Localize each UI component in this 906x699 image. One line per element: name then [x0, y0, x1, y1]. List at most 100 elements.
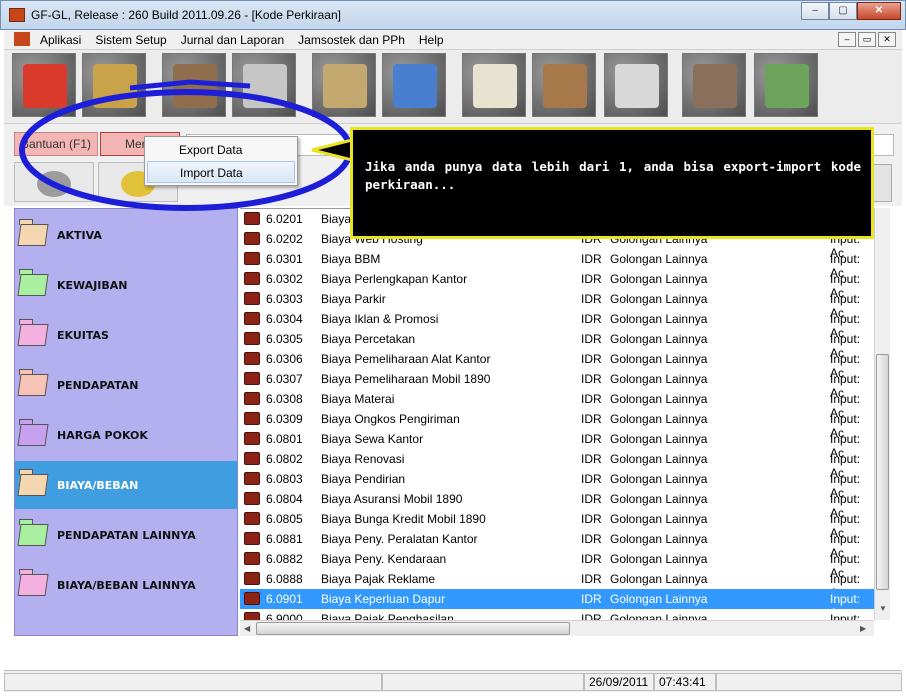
abacus-button[interactable]: [312, 53, 376, 117]
account-code: 6.0801: [266, 432, 303, 446]
table-row[interactable]: 6.0805 Biaya Bunga Kredit Mobil 1890 IDR Go…: [240, 509, 874, 540]
account-group: Golongan Lainnya: [610, 332, 708, 346]
table-row[interactable]: 6.0306 Biaya Pemeliharaan Alat Kantor IDR G…: [240, 349, 874, 380]
table-row[interactable]: 6.0309 Biaya Ongkos Pengiriman IDR Golongan…: [240, 409, 874, 440]
horizontal-scroll-thumb[interactable]: [256, 622, 570, 635]
category-label: AKTIVA: [57, 229, 102, 242]
mdi-restore-button[interactable]: ▭: [858, 32, 876, 47]
category-item[interactable]: HARGA POKOK: [15, 411, 237, 459]
import-data-item[interactable]: Import Data: [147, 161, 295, 183]
users-button[interactable]: [682, 53, 746, 117]
currency: IDR: [581, 272, 602, 286]
users-icon: [693, 64, 737, 108]
toolbar: [4, 50, 902, 124]
car-button[interactable]: [232, 53, 296, 117]
currency: IDR: [581, 432, 602, 446]
table-row[interactable]: 6.0308 Biaya Materai IDR Golongan Lainnya In…: [240, 389, 874, 420]
zip-box-button[interactable]: [82, 53, 146, 117]
table-row[interactable]: 6.0804 Biaya Asuransi Mobil 1890 IDR Golong…: [240, 489, 874, 520]
minimize-button[interactable]: –: [801, 2, 829, 20]
table-row[interactable]: 6.0881 Biaya Peny. Peralatan Kantor IDR Gol…: [240, 529, 874, 560]
table-row[interactable]: 6.0305 Biaya Percetakan IDR Golongan Lainny…: [240, 329, 874, 360]
table-row[interactable]: 6.0802 Biaya Renovasi IDR Golongan Lainnya I…: [240, 449, 874, 480]
table-window-button[interactable]: [382, 53, 446, 117]
account-group: Golongan Lainnya: [610, 552, 708, 566]
account-name: Biaya Perlengkapan Kantor: [321, 272, 468, 286]
mdi-close-button[interactable]: ✕: [878, 32, 896, 47]
account-group: Golongan Lainnya: [610, 392, 708, 406]
table-row[interactable]: 6.0901 Biaya Keperluan Dapur IDR Golongan L…: [240, 589, 874, 620]
menu-jamsostek-dan-pph[interactable]: Jamsostek dan PPh: [298, 33, 405, 47]
account-group: Golongan Lainnya: [610, 492, 708, 506]
menu-help[interactable]: Help: [419, 33, 444, 47]
book-icon: [244, 212, 260, 225]
scroll-left-icon[interactable]: ◀: [244, 624, 250, 633]
money-button[interactable]: [754, 53, 818, 117]
table-row[interactable]: 6.0304 Biaya Iklan & Promosi IDR Golongan L…: [240, 309, 874, 340]
category-item[interactable]: BIAYA/BEBAN LAINNYA: [15, 561, 237, 609]
account-name: Biaya Iklan & Promosi: [321, 312, 439, 326]
documents-stamp-button[interactable]: [462, 53, 526, 117]
scanner-button[interactable]: [14, 162, 94, 202]
account-code: 6.0882: [266, 552, 303, 566]
clipboard-button[interactable]: [532, 53, 596, 117]
close-button[interactable]: ✕: [857, 2, 901, 20]
category-item[interactable]: PENDAPATAN LAINNYA: [15, 511, 237, 559]
help-button[interactable]: Bantuan (F1): [14, 132, 98, 156]
menu-aplikasi[interactable]: Aplikasi: [40, 33, 81, 47]
book-icon: [244, 512, 260, 525]
category-item[interactable]: AKTIVA: [15, 211, 237, 259]
book-icon: [244, 592, 260, 605]
exit-icon: [23, 64, 67, 108]
table-row[interactable]: 6.0301 Biaya BBM IDR Golongan Lainnya Input:…: [240, 249, 874, 280]
category-label: KEWAJIBAN: [57, 279, 128, 292]
account-group: Golongan Lainnya: [610, 312, 708, 326]
currency: IDR: [581, 352, 602, 366]
account-group: Golongan Lainnya: [610, 592, 708, 606]
currency: IDR: [581, 252, 602, 266]
app-icon[interactable]: [9, 8, 25, 22]
horizontal-scrollbar[interactable]: ◀ ▶: [240, 620, 874, 636]
table-row[interactable]: 6.0303 Biaya Parkir IDR Golongan Lainnya Inp…: [240, 289, 874, 320]
scroll-down-icon[interactable]: ▼: [879, 604, 887, 613]
printer-button[interactable]: [604, 53, 668, 117]
scroll-right-icon[interactable]: ▶: [860, 624, 866, 633]
export-data-item[interactable]: Export Data: [147, 139, 295, 161]
account-table: 6.0201BiayaIDRGolongan LainnyaInput: Ac6…: [240, 208, 874, 620]
category-item[interactable]: EKUITAS: [15, 311, 237, 359]
vertical-scroll-thumb[interactable]: [876, 354, 889, 590]
document-icon[interactable]: [14, 32, 30, 46]
book-icon: [244, 572, 260, 585]
table-row[interactable]: 6.0803 Biaya Pendirian IDR Golongan Lainnya…: [240, 469, 874, 500]
menu-jurnal-dan-laporan[interactable]: Jurnal dan Laporan: [181, 33, 284, 47]
maximize-button[interactable]: ▢: [829, 2, 857, 20]
account-name: Biaya Peny. Peralatan Kantor: [321, 532, 478, 546]
menu-sistem-setup[interactable]: Sistem Setup: [95, 33, 166, 47]
account-group: Golongan Lainnya: [610, 292, 708, 306]
calculator-button[interactable]: [162, 53, 226, 117]
category-item[interactable]: PENDAPATAN: [15, 361, 237, 409]
category-label: BIAYA/BEBAN LAINNYA: [57, 579, 196, 592]
mdi-minimize-button[interactable]: –: [838, 32, 856, 47]
exit-button[interactable]: [12, 53, 76, 117]
zip-box-icon: [93, 64, 137, 108]
category-item[interactable]: KEWAJIBAN: [15, 261, 237, 309]
account-code: 6.0803: [266, 472, 303, 486]
table-row[interactable]: 6.0801 Biaya Sewa Kantor IDR Golongan Lainn…: [240, 429, 874, 460]
account-code: 6.0901: [266, 592, 303, 606]
category-item[interactable]: BIAYA/BEBAN: [15, 461, 237, 509]
vertical-scrollbar[interactable]: ▼: [874, 208, 890, 620]
book-icon: [244, 392, 260, 405]
category-label: PENDAPATAN: [57, 379, 139, 392]
scanner-icon: [37, 171, 71, 197]
account-name: Biaya Materai: [321, 392, 395, 406]
table-row[interactable]: 6.0302 Biaya Perlengkapan Kantor IDR Golong…: [240, 269, 874, 300]
table-row[interactable]: 6.9000 Biaya Pajak Penghasilan IDR Golongan…: [240, 609, 874, 620]
book-icon: [244, 452, 260, 465]
book-icon: [244, 472, 260, 485]
table-row[interactable]: 6.0882 Biaya Peny. Kendaraan IDR Golongan L…: [240, 549, 874, 580]
account-name: Biaya Renovasi: [321, 452, 405, 466]
table-row[interactable]: 6.0888 Biaya Pajak Reklame IDR Golongan Lai…: [240, 569, 874, 600]
account-group: Golongan Lainnya: [610, 532, 708, 546]
table-row[interactable]: 6.0307 Biaya Pemeliharaan Mobil 1890 IDR Go…: [240, 369, 874, 400]
